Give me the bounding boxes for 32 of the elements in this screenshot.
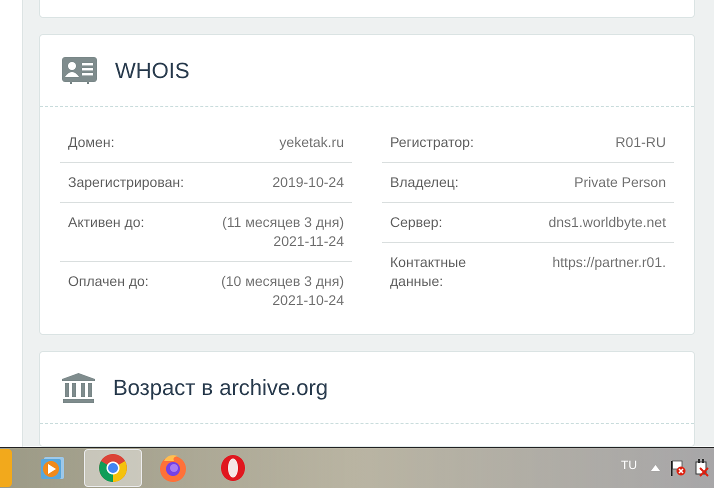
field-value: (11 месяцев 3 дня) [222, 213, 344, 232]
field-value: yeketak.ru [279, 133, 344, 152]
field-label: Домен: [68, 133, 114, 152]
field-value: 2019-10-24 [272, 173, 344, 192]
field-label: Контактные данные: [390, 253, 467, 292]
bank-building-icon [62, 372, 95, 403]
opera-icon [220, 454, 246, 482]
field-value: https://partner.r01. [552, 253, 666, 272]
taskbar-app-button[interactable] [84, 449, 142, 487]
field-label: Регистратор: [390, 133, 475, 152]
field-value: dns1.worldbyte.net [548, 213, 666, 232]
start-button[interactable] [0, 449, 12, 487]
field-value: Private Person [574, 173, 666, 192]
field-label: Сервер: [390, 213, 444, 232]
up-arrow-icon[interactable] [651, 465, 660, 471]
section-title: Возраст в archive.org [113, 374, 328, 402]
field-value: 2021-10-24 [272, 291, 344, 310]
contact-card-icon [62, 57, 97, 84]
firefox-icon [158, 453, 188, 483]
field-value: (10 месяцев 3 дня) [221, 272, 344, 292]
field-value: R01-RU [615, 133, 666, 152]
flag-warning-icon[interactable] [670, 460, 686, 476]
media-player-icon [40, 455, 66, 481]
power-plug-warning-icon[interactable] [694, 459, 710, 477]
field-label: Зарегистрирован: [68, 173, 184, 192]
field-label: Активен до: [68, 213, 144, 232]
field-label: Оплачен до: [68, 272, 149, 292]
language-indicator[interactable]: TU [621, 456, 637, 474]
field-label: Владелец: [390, 173, 460, 192]
section-title: WHOIS [115, 57, 190, 86]
field-value: 2021-11-24 [273, 232, 344, 252]
chrome-icon [98, 453, 128, 483]
